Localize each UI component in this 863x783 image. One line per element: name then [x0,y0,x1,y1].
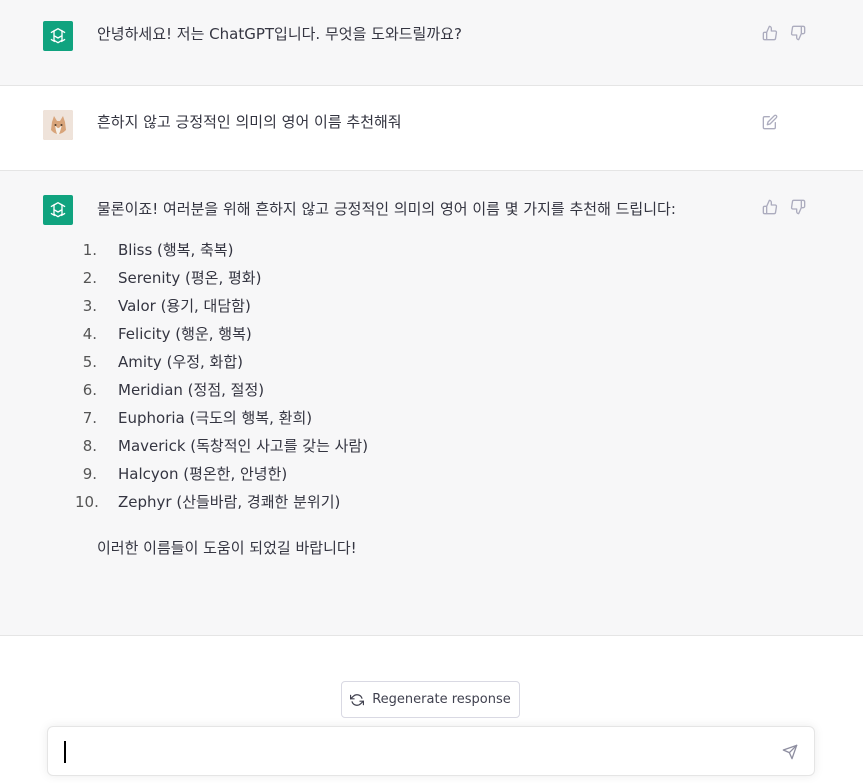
thumbs-up-icon[interactable] [762,199,778,215]
list-item: 3. Valor (용기, 대담함) [82,297,251,315]
user-message: 흔하지 않고 긍정적인 의미의 영어 이름 추천해줘 [0,86,863,171]
thumbs-down-icon[interactable] [790,25,806,41]
list-item: 6. Meridian (정점, 절정) [82,381,265,399]
list-item: 4. Felicity (행운, 행복) [82,325,252,343]
list-item: 10. Zephyr (산들바람, 경쾌한 분위기) [75,493,341,511]
message-closing: 이러한 이름들이 도움이 되었길 바랍니다! [97,539,357,557]
edit-actions [762,114,778,130]
message-text: 안녕하세요! 저는 ChatGPT입니다. 무엇을 도와드릴까요? [97,25,462,43]
list-item: 9. Halcyon (평온한, 안녕한) [82,465,288,483]
message-intro: 물론이죠! 여러분을 위해 흔하지 않고 긍정적인 의미의 영어 이름 몇 가지… [97,200,676,218]
refresh-icon [350,693,365,707]
send-icon[interactable] [782,744,798,760]
message-body: 물론이죠! 여러분을 위해 흔하지 않고 긍정적인 의미의 영어 이름 몇 가지… [75,195,747,562]
text-caret [64,741,66,763]
thumbs-down-icon[interactable] [790,199,806,215]
names-list: 1. Bliss (행복, 축복) 2. Serenity (평온, 평화) 3. V… [75,236,747,516]
list-item: 5. Amity (우정, 화합) [82,353,244,371]
edit-icon[interactable] [762,114,778,130]
list-item: 2. Serenity (평온, 평화) [82,269,262,287]
assistant-message-1: 안녕하세요! 저는 ChatGPT입니다. 무엇을 도와드릴까요? [0,0,863,86]
thumbs-up-icon[interactable] [762,25,778,41]
list-item: 8. Maverick (독창적인 사고를 갖는 사람) [82,437,369,455]
assistant-message-2: 물론이죠! 여러분을 위해 흔하지 않고 긍정적인 의미의 영어 이름 몇 가지… [0,171,863,636]
feedback-actions [762,25,806,41]
message-text: 흔하지 않고 긍정적인 의미의 영어 이름 추천해줘 [97,113,402,131]
openai-logo-icon [43,21,73,51]
message-input[interactable] [60,739,760,765]
regenerate-label: Regenerate response [372,692,511,707]
list-item: 1. Bliss (행복, 축복) [82,241,234,259]
list-item: 7. Euphoria (극도의 행복, 환희) [82,409,313,427]
chat-input-box [47,726,815,776]
feedback-actions [762,199,806,215]
openai-logo-icon [43,195,73,225]
cat-photo-avatar [43,110,73,140]
regenerate-button[interactable]: Regenerate response [341,681,520,718]
